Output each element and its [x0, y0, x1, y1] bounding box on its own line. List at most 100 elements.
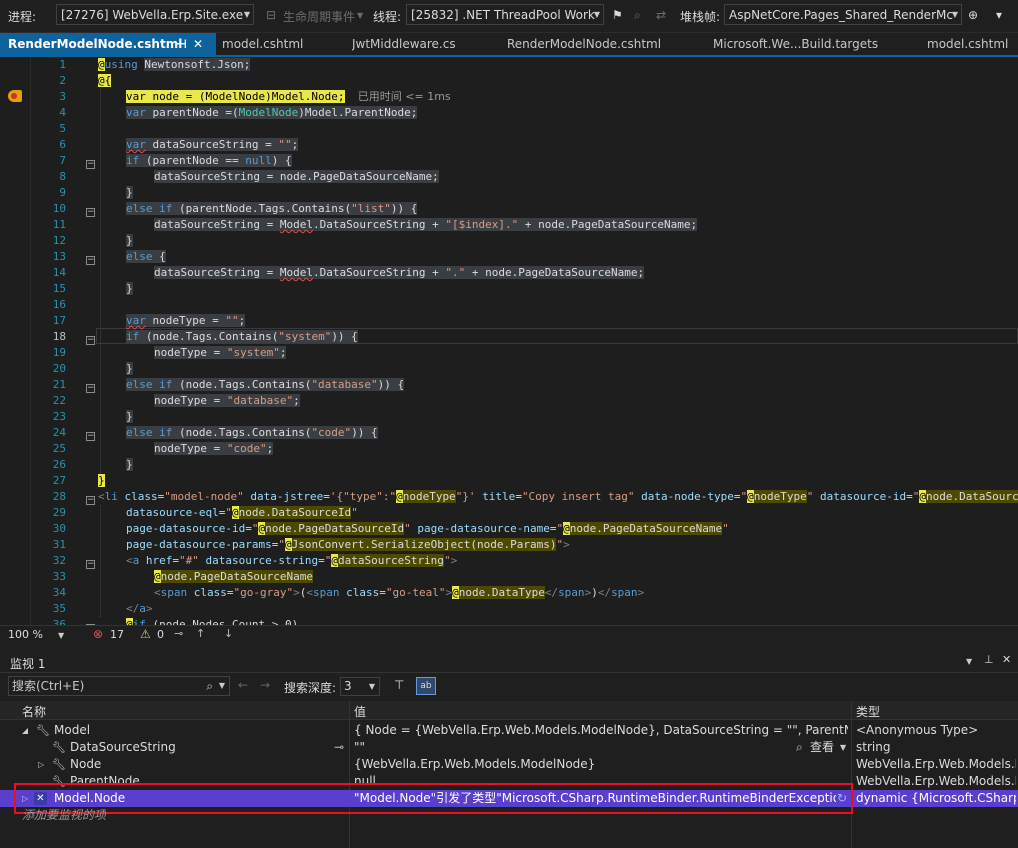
line-number: 28 — [52, 490, 66, 503]
stackframe-select[interactable]: AspNetCore.Pages_Shared_RenderMc ▼ — [724, 4, 962, 25]
search-icon: ⌕ — [206, 679, 213, 693]
watch-value[interactable]: { Node = {WebVella.Erp.Web.Models.ModelN… — [354, 722, 848, 739]
line-number: 26 — [52, 458, 66, 471]
arrow-down-icon[interactable]: ↓ — [224, 627, 233, 640]
line-number: 2 — [59, 74, 66, 87]
close-icon[interactable]: ✕ — [193, 33, 203, 55]
tab-rendermodelnode-active[interactable]: RenderModelNode.cshtml ⊣ ✕ — [0, 33, 216, 55]
fold-toggle[interactable]: − — [86, 496, 95, 505]
watch-name: Model — [54, 723, 91, 737]
code-line-35: </a> — [126, 602, 153, 615]
line-number: 15 — [52, 282, 66, 295]
line-number: 17 — [52, 314, 66, 327]
watch-type: WebVella.Erp.Web.Models.M... — [856, 774, 1016, 788]
line-number: 6 — [59, 138, 66, 151]
add-watch-row[interactable]: 添加要监视的项 — [0, 807, 1018, 824]
fold-toggle[interactable]: − — [86, 384, 95, 393]
close-icon[interactable]: ✕ — [1002, 653, 1011, 666]
chevron-down-icon[interactable]: ▼ — [58, 631, 64, 640]
chevron-down-icon: ▼ — [593, 10, 600, 19]
process-select[interactable]: [27276] WebVella.Erp.Site.exe ▼ — [56, 4, 254, 25]
code-line-19: nodeType = "system"; — [154, 346, 287, 359]
fold-toggle[interactable]: − — [86, 432, 95, 441]
search-depth-label: 搜索深度: — [284, 681, 337, 695]
tab-model-cshtml-2[interactable]: model.cshtml — [927, 33, 1017, 55]
fold-toggle[interactable]: − — [86, 160, 95, 169]
search-placeholder: 搜索(Ctrl+E) — [12, 679, 85, 693]
code-line-15: } — [126, 282, 133, 295]
column-value[interactable]: 值 — [354, 703, 366, 720]
chevron-down-icon[interactable]: ▼ — [966, 657, 972, 666]
code-line-18: if (node.Tags.Contains("system")) { — [126, 330, 358, 343]
column-name[interactable]: 名称 — [22, 703, 46, 720]
breakpoint-arrow-icon — [8, 90, 22, 102]
code-line-33: @node.PageDataSourceName — [154, 570, 313, 583]
more-icon[interactable]: ▾ — [996, 8, 1002, 22]
code-line-13: else { — [126, 250, 166, 263]
zoom-level[interactable]: 100 % — [8, 628, 43, 641]
column-type[interactable]: 类型 — [856, 703, 880, 720]
arrow-right-icon[interactable]: → — [260, 678, 270, 692]
collapse-icon[interactable]: ◢ — [22, 722, 28, 739]
arrow-up-icon[interactable]: ↑ — [196, 627, 205, 640]
line-number: 10 — [52, 202, 66, 215]
watch-value[interactable]: {WebVella.Erp.Web.Models.ModelNode} — [354, 756, 848, 773]
code-line-1: @using Newtonsoft.Json; — [98, 58, 251, 71]
watch-search-input[interactable]: 搜索(Ctrl+E) ⌕ ▼ — [8, 676, 230, 696]
watch-value[interactable]: "" — [354, 739, 654, 756]
watch-toolbar: 搜索(Ctrl+E) ⌕ ▼ ← → 搜索深度: 3 ▼ ⊤ ab — [0, 674, 1018, 698]
editor-status-strip: 100 % ▼ ⊗ 17 ⚠ 0 ⊸ ↑ ↓ — [0, 625, 1018, 644]
stack-navigate-icon[interactable]: ⊕ — [968, 8, 978, 22]
document-tabs: RenderModelNode.cshtml ⊣ ✕ model.cshtml … — [0, 33, 1018, 57]
warning-count[interactable]: 0 — [157, 628, 164, 641]
add-watch-item[interactable]: 添加要监视的项 — [22, 807, 106, 824]
fold-toggle[interactable]: − — [86, 336, 95, 345]
chevron-down-icon[interactable]: ▼ — [219, 677, 225, 695]
pin-icon[interactable]: ⊥ — [984, 653, 994, 666]
chevron-down-icon[interactable]: ▼ — [840, 739, 846, 756]
fold-toggle[interactable]: − — [86, 560, 95, 569]
expand-icon[interactable]: ▷ — [38, 756, 44, 773]
tab-jwtmiddleware[interactable]: JwtMiddleware.cs — [352, 33, 492, 55]
line-number: 7 — [59, 154, 66, 167]
code-line-32: <a href="#" datasource-string="@dataSour… — [126, 554, 458, 567]
breakpoint-margin[interactable] — [0, 57, 31, 625]
code-line-30: page-datasource-id="@node.PageDataSource… — [126, 522, 729, 535]
tab-model-cshtml[interactable]: model.cshtml — [222, 33, 342, 55]
show-threads-icon[interactable]: ⇄ — [656, 8, 666, 22]
code-line-6: var dataSourceString = ""; — [126, 138, 299, 151]
pin-icon[interactable]: ⊸ — [334, 739, 344, 756]
watch-row-node[interactable]: ▷ 🔧︎ Node {WebVella.Erp.Web.Models.Model… — [0, 756, 1018, 773]
line-number: 8 — [59, 170, 66, 183]
hex-display-icon[interactable]: ab — [416, 677, 436, 695]
watch-column-header: 名称 值 类型 — [0, 701, 1018, 720]
stackframe-label: 堆栈帧: — [680, 10, 721, 24]
line-number: 20 — [52, 362, 66, 375]
debug-toolbar: 进程: [27276] WebVella.Erp.Site.exe ▼ ⊟ 生命周… — [0, 0, 1018, 33]
lifecycle-events-icon[interactable]: ⊟ — [266, 8, 276, 22]
search-depth-select[interactable]: 3 ▼ — [340, 677, 380, 696]
tab-build-targets[interactable]: Microsoft.We...Build.targets — [713, 33, 913, 55]
flag-icon[interactable]: ⚑ — [612, 8, 623, 22]
tab-rendermodelnode[interactable]: RenderModelNode.cshtml — [507, 33, 697, 55]
fold-toggle[interactable]: − — [86, 208, 95, 217]
watch-type: <Anonymous Type> — [856, 723, 979, 737]
watch-row-model[interactable]: ◢ 🔧︎ Model { Node = {WebVella.Erp.Web.Mo… — [0, 722, 1018, 739]
code-line-11: dataSourceString = Model.DataSourceStrin… — [154, 218, 698, 231]
filter-threads-icon[interactable]: ⌕ — [634, 8, 641, 23]
pin-source-icon[interactable]: ⊤ — [394, 678, 404, 692]
line-number: 4 — [59, 106, 66, 119]
line-number: 5 — [59, 122, 66, 135]
view-button[interactable]: 查看 — [810, 739, 834, 756]
arrow-left-icon[interactable]: ← — [238, 678, 248, 692]
fold-toggle[interactable]: − — [86, 256, 95, 265]
thread-select[interactable]: [25832] .NET ThreadPool Work ▼ — [406, 4, 604, 25]
error-icon: ⊗ — [93, 627, 104, 641]
pin-icon[interactable]: ⊣ — [176, 33, 187, 55]
cleanup-icon[interactable]: ⊸ — [174, 627, 183, 640]
lifecycle-events-label[interactable]: 生命周期事件 — [283, 8, 355, 25]
search-icon[interactable]: ⌕ — [796, 739, 803, 756]
error-count[interactable]: 17 — [110, 628, 124, 641]
code-editor[interactable]: 1 2 3 4 5 6 7 8 9 10 11 12 13 14 15 16 17 18 19 20 21 22 23 24 2… — [0, 57, 1018, 625]
watch-row-datasourcestring[interactable]: 🔧︎ DataSourceString ⊸ "" ⌕ 查看 ▼ string — [0, 739, 1018, 756]
